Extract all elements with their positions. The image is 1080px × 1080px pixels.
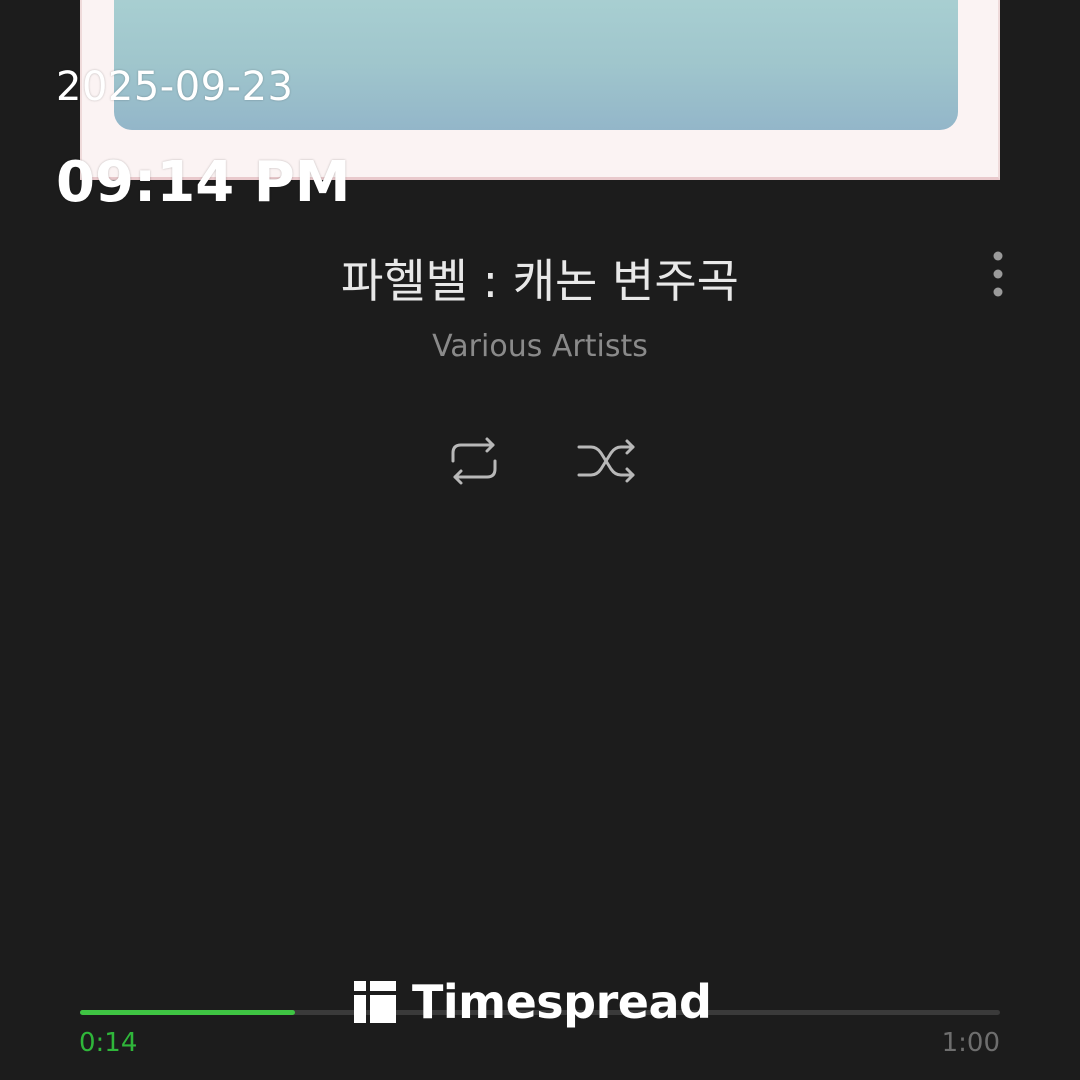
- track-artist: Various Artists: [432, 329, 648, 364]
- more-vertical-icon: [993, 251, 1003, 297]
- more-options-button[interactable]: [978, 248, 1018, 300]
- repeat-icon: [451, 437, 497, 485]
- progress-fill: [80, 1010, 295, 1015]
- timespread-logo-icon: [354, 981, 396, 1023]
- shuffle-icon: [577, 439, 635, 483]
- shuffle-button[interactable]: [573, 433, 639, 489]
- watermark: Timespread: [354, 975, 712, 1029]
- track-title: 파헬벨 : 캐논 변주곡: [341, 254, 739, 308]
- watermark-brand: Timespread: [412, 975, 712, 1029]
- overlay-date: 2025-09-23: [56, 64, 294, 110]
- total-time: 1:00: [941, 1028, 1000, 1058]
- repeat-button[interactable]: [441, 433, 507, 489]
- elapsed-time: 0:14: [79, 1028, 138, 1058]
- overlay-time: 09:14 PM: [56, 150, 351, 215]
